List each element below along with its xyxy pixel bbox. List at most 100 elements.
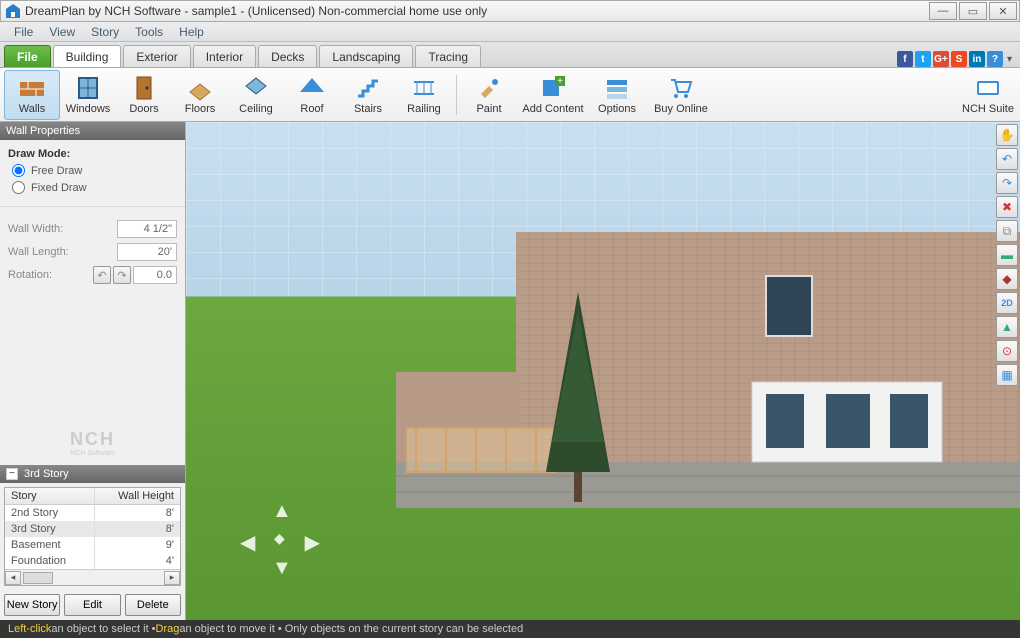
table-row[interactable]: 3rd Story8' xyxy=(5,521,180,537)
grid-icon[interactable]: ▦ xyxy=(996,364,1018,386)
nav-center[interactable]: ◆ xyxy=(274,530,285,547)
tool-stairs[interactable]: Stairs xyxy=(340,70,396,120)
panel-title: Wall Properties xyxy=(0,122,185,140)
roof-icon xyxy=(298,74,326,102)
table-row[interactable]: Basement9' xyxy=(5,537,180,553)
tab-tracing[interactable]: Tracing xyxy=(415,45,481,67)
undo-icon[interactable]: ↶ xyxy=(996,148,1018,170)
stumble-icon[interactable]: S xyxy=(951,51,967,67)
nav-up[interactable]: ▲ xyxy=(272,500,292,523)
new-story-button[interactable]: New Story xyxy=(4,594,60,616)
title-bar: DreamPlan by NCH Software - sample1 - (U… xyxy=(0,0,1020,22)
2d-icon[interactable]: 2D xyxy=(996,292,1018,314)
linkedin-icon[interactable]: in xyxy=(969,51,985,67)
nav-down[interactable]: ▼ xyxy=(272,557,292,580)
scroll-thumb[interactable] xyxy=(23,572,53,584)
tool-ceiling[interactable]: Ceiling xyxy=(228,70,284,120)
copy-icon[interactable]: ⧉ xyxy=(996,220,1018,242)
delete-button[interactable]: Delete xyxy=(125,594,181,616)
floors-icon xyxy=(186,74,214,102)
menu-bar: FileViewStoryToolsHelp xyxy=(0,22,1020,42)
roof-icon[interactable]: ▲ xyxy=(996,316,1018,338)
rotate-cw-button[interactable]: ↷ xyxy=(113,266,131,284)
app-icon xyxy=(5,3,21,19)
nch-suite-icon xyxy=(974,74,1002,102)
table-row[interactable]: Foundation4' xyxy=(5,553,180,569)
paint-icon xyxy=(475,74,503,102)
menu-tools[interactable]: Tools xyxy=(127,25,171,39)
free-draw-radio[interactable] xyxy=(12,164,25,177)
snap-icon[interactable]: ⊙ xyxy=(996,340,1018,362)
nav-compass: ▲ ▼ ◀ ▶ ◆ xyxy=(240,500,320,580)
menu-story[interactable]: Story xyxy=(83,25,127,39)
story-panel-header: − 3rd Story xyxy=(0,465,185,483)
tool-doors[interactable]: Doors xyxy=(116,70,172,120)
options-icon xyxy=(603,74,631,102)
draw-mode-label: Draw Mode: xyxy=(8,148,70,160)
story-icon[interactable]: ▬ xyxy=(996,244,1018,266)
tool-buy-online[interactable]: Buy Online xyxy=(645,70,717,120)
tab-exterior[interactable]: Exterior xyxy=(123,45,190,67)
fixed-draw-radio[interactable] xyxy=(12,181,25,194)
nav-right[interactable]: ▶ xyxy=(305,530,320,555)
ceiling-icon xyxy=(242,74,270,102)
menu-help[interactable]: Help xyxy=(171,25,212,39)
pan-icon[interactable]: ✋ xyxy=(996,124,1018,146)
help-icon[interactable]: ? xyxy=(987,51,1003,67)
menu-file[interactable]: File xyxy=(6,25,41,39)
tool-roof[interactable]: Roof xyxy=(284,70,340,120)
story-col-height[interactable]: Wall Height xyxy=(95,488,180,504)
tool-railing[interactable]: Railing xyxy=(396,70,452,120)
tab-interior[interactable]: Interior xyxy=(193,45,256,67)
toolbar: WallsWindowsDoorsFloorsCeilingRoofStairs… xyxy=(0,68,1020,122)
sidebar: Wall Properties Draw Mode: Free Draw Fix… xyxy=(0,122,186,620)
walls-icon xyxy=(18,74,46,102)
google-icon[interactable]: G+ xyxy=(933,51,949,67)
tool-walls[interactable]: Walls xyxy=(4,70,60,120)
facebook-icon[interactable]: f xyxy=(897,51,913,67)
wall-length-input[interactable] xyxy=(117,243,177,261)
stairs-icon xyxy=(354,74,382,102)
scroll-right-button[interactable]: ▸ xyxy=(164,571,180,585)
tab-bar: File BuildingExteriorInteriorDecksLandsc… xyxy=(0,42,1020,68)
doors-icon xyxy=(130,74,158,102)
viewport-3d[interactable]: ▲ ▼ ◀ ▶ ◆ ✋↶↷✖⧉▬◆2D▲⊙▦ xyxy=(186,122,1020,620)
nch-suite-button[interactable]: NCH Suite xyxy=(960,70,1016,120)
tool-add-content[interactable]: +Add Content xyxy=(517,70,589,120)
svg-text:+: + xyxy=(557,76,563,87)
tab-building[interactable]: Building xyxy=(53,45,122,67)
add-icon: + xyxy=(539,74,567,102)
table-row[interactable]: 2nd Story8' xyxy=(5,505,180,521)
railing-icon xyxy=(410,74,438,102)
rotate-ccw-button[interactable]: ↶ xyxy=(93,266,111,284)
tab-decks[interactable]: Decks xyxy=(258,45,317,67)
tab-landscaping[interactable]: Landscaping xyxy=(319,45,413,67)
tool-options[interactable]: Options xyxy=(589,70,645,120)
terrain-icon[interactable]: ◆ xyxy=(996,268,1018,290)
scroll-left-button[interactable]: ◂ xyxy=(5,571,21,585)
status-bar: Left-click an object to select it • Drag… xyxy=(0,620,1020,638)
delete-icon[interactable]: ✖ xyxy=(996,196,1018,218)
app-title: DreamPlan by NCH Software - sample1 - (U… xyxy=(25,4,487,18)
story-table: Story Wall Height 2nd Story8'3rd Story8'… xyxy=(4,487,181,586)
twitter-icon[interactable]: t xyxy=(915,51,931,67)
wall-width-input[interactable] xyxy=(117,220,177,238)
social-dropdown[interactable]: ▾ xyxy=(1005,54,1014,65)
buy-icon xyxy=(667,74,695,102)
nav-left[interactable]: ◀ xyxy=(240,530,255,555)
tool-floors[interactable]: Floors xyxy=(172,70,228,120)
rotation-input[interactable] xyxy=(133,266,177,284)
tool-windows[interactable]: Windows xyxy=(60,70,116,120)
collapse-story-button[interactable]: − xyxy=(6,468,18,480)
tab-file[interactable]: File xyxy=(4,45,51,67)
redo-icon[interactable]: ↷ xyxy=(996,172,1018,194)
right-toolbar: ✋↶↷✖⧉▬◆2D▲⊙▦ xyxy=(996,124,1018,386)
menu-view[interactable]: View xyxy=(41,25,83,39)
story-col-story[interactable]: Story xyxy=(5,488,95,504)
maximize-button[interactable]: ▭ xyxy=(959,2,987,20)
minimize-button[interactable]: — xyxy=(929,2,957,20)
edit-button[interactable]: Edit xyxy=(64,594,120,616)
tool-paint[interactable]: Paint xyxy=(461,70,517,120)
nch-logo: NCHNCH Software xyxy=(0,429,185,457)
close-button[interactable]: ✕ xyxy=(989,2,1017,20)
